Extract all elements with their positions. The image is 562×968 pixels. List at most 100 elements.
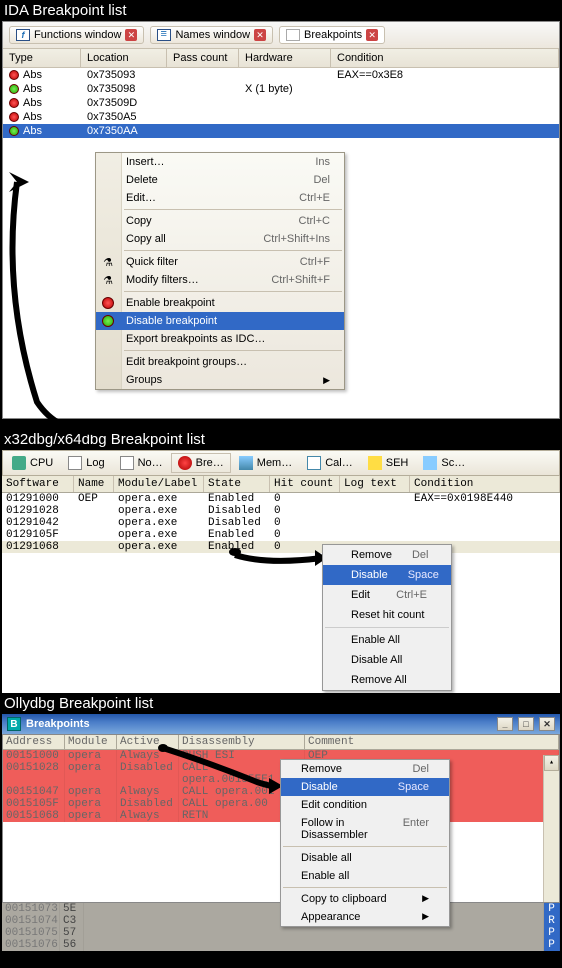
minimize-button[interactable]: _	[497, 717, 513, 731]
menu-disable-breakpoint[interactable]: Disable breakpoint	[96, 312, 344, 330]
col-condition[interactable]: Condition	[410, 476, 560, 492]
x64-toolbar: CPULog No… Bre…Mem…Cal… SEH Sc…	[2, 450, 560, 476]
menu-remove[interactable]: RemoveDel	[323, 545, 451, 565]
bp-cond	[331, 82, 559, 96]
bp-module: opera	[65, 786, 117, 798]
col-state[interactable]: State	[204, 476, 270, 492]
menu-remove[interactable]: RemoveDel	[281, 760, 449, 778]
toolbar-seh[interactable]: SEH	[361, 453, 416, 473]
bp-location: 0x7350A5	[81, 110, 167, 124]
chevron-right-icon: ▶	[422, 911, 429, 923]
breakpoint-row[interactable]: Abs0x7350A5	[3, 110, 559, 124]
col-type[interactable]: Type	[3, 49, 81, 67]
menu-follow-in-disassembler[interactable]: Follow in DisassemblerEnter	[281, 814, 449, 844]
menu-reset-hit-count[interactable]: Reset hit count	[323, 605, 451, 625]
toolbar-log[interactable]: Log	[61, 453, 111, 473]
close-icon[interactable]: ✕	[254, 29, 266, 41]
toolbar-label: SEH	[386, 457, 409, 469]
x64-context-menu: RemoveDelDisableSpaceEditCtrl+EReset hit…	[322, 544, 452, 691]
bp-active: Always	[117, 786, 179, 798]
bp-state: Disabled	[204, 517, 270, 529]
col-condition[interactable]: Condition	[331, 49, 559, 67]
menu-enable-all[interactable]: Enable all	[281, 867, 449, 885]
menu-copy[interactable]: CopyCtrl+C	[96, 212, 344, 230]
col-software[interactable]: Software	[2, 476, 74, 492]
menu-label: Disable	[301, 781, 378, 793]
toolbar-mem[interactable]: Mem…	[232, 453, 299, 473]
col-module[interactable]: Module/Label	[114, 476, 204, 492]
menu-edit-condition[interactable]: Edit condition	[281, 796, 449, 814]
menu-disable-all[interactable]: Disable all	[281, 849, 449, 867]
tab-functions-window[interactable]: fFunctions window✕	[9, 26, 144, 44]
toolbar-sc[interactable]: Sc…	[416, 453, 472, 473]
breakpoint-row[interactable]: 01291000OEPopera.exeEnabled0EAX==0x0198E…	[2, 493, 560, 505]
breakpoint-row[interactable]: Abs0x735098X (1 byte)	[3, 82, 559, 96]
menu-edit-[interactable]: Edit…Ctrl+E	[96, 189, 344, 207]
menu-enable-all[interactable]: Enable All	[323, 630, 451, 650]
col-logtext[interactable]: Log text	[340, 476, 410, 492]
menu-copy-all[interactable]: Copy allCtrl+Shift+Ins	[96, 230, 344, 248]
bp-pass	[167, 124, 239, 138]
close-button[interactable]: ✕	[539, 717, 555, 731]
menu-label: Quick filter	[126, 256, 280, 268]
menu-appearance[interactable]: Appearance▶	[281, 908, 449, 926]
breakpoint-row[interactable]: Abs0x7350AA	[3, 124, 559, 138]
tab-breakpoints[interactable]: Breakpoints✕	[279, 26, 385, 44]
menu-disable[interactable]: DisableSpace	[281, 778, 449, 796]
breakpoint-row[interactable]: 01291028opera.exeDisabled0	[2, 505, 560, 517]
col-name[interactable]: Name	[74, 476, 114, 492]
menu-edit-breakpoint-groups-[interactable]: Edit breakpoint groups…	[96, 353, 344, 371]
breakpoint-row[interactable]: Abs0x73509D	[3, 96, 559, 110]
bp-active: Always	[117, 750, 179, 762]
toolbar-bre[interactable]: Bre…	[171, 453, 231, 473]
menu-enable-breakpoint[interactable]: Enable breakpoint	[96, 294, 344, 312]
bp-hit: 0	[270, 505, 340, 517]
menu-disable-all[interactable]: Disable All	[323, 650, 451, 670]
breakpoint-row[interactable]: 01291042opera.exeDisabled0	[2, 517, 560, 529]
toolbar-cal[interactable]: Cal…	[300, 453, 360, 473]
col-passcount[interactable]: Pass count	[167, 49, 239, 67]
col-active[interactable]: Active	[117, 735, 179, 750]
col-disassembly[interactable]: Disassembly	[179, 735, 305, 750]
tab-names-window[interactable]: Names window✕	[150, 26, 273, 44]
menu-modify-filters-[interactable]: ⚗Modify filters…Ctrl+Shift+F	[96, 271, 344, 289]
bp-addr: 01291000	[2, 493, 74, 505]
toolbar-label: No…	[138, 457, 163, 469]
menu-edit[interactable]: EditCtrl+E	[323, 585, 451, 605]
toolbar-no[interactable]: No…	[113, 453, 170, 473]
menu-remove-all[interactable]: Remove All	[323, 670, 451, 690]
bp-name	[74, 529, 114, 541]
menu-export-breakpoints-as-idc-[interactable]: Export breakpoints as IDC…	[96, 330, 344, 348]
close-icon[interactable]: ✕	[366, 29, 378, 41]
scrollbar[interactable]: ▴	[543, 755, 559, 902]
col-hitcount[interactable]: Hit count	[270, 476, 340, 492]
bp-hw: X (1 byte)	[239, 82, 331, 96]
scroll-up-button[interactable]: ▴	[544, 755, 559, 771]
col-location[interactable]: Location	[81, 49, 167, 67]
menu-label: Enable breakpoint	[126, 297, 330, 309]
menu-label: Disable	[351, 569, 388, 581]
menu-label: Enable All	[351, 634, 427, 646]
breakpoint-row[interactable]: Abs0x735093EAX==0x3E8	[3, 68, 559, 82]
breakpoint-row[interactable]: 0129105Fopera.exeEnabled0	[2, 529, 560, 541]
menu-quick-filter[interactable]: ⚗Quick filterCtrl+F	[96, 253, 344, 271]
bp-module: opera	[65, 798, 117, 810]
bp-location: 0x7350AA	[81, 124, 167, 138]
olly-panel: B Breakpoints _ □ ✕ Address Module Activ…	[2, 714, 560, 951]
bp-state: Disabled	[204, 505, 270, 517]
menu-disable[interactable]: DisableSpace	[323, 565, 451, 585]
menu-groups[interactable]: Groups▶	[96, 371, 344, 389]
col-hardware[interactable]: Hardware	[239, 49, 331, 67]
breakpoint-row[interactable]: 01291068opera.exeEnabled0	[2, 541, 560, 553]
col-address[interactable]: Address	[3, 735, 65, 750]
menu-delete[interactable]: DeleteDel	[96, 171, 344, 189]
maximize-button[interactable]: □	[518, 717, 534, 731]
col-module[interactable]: Module	[65, 735, 117, 750]
bp-cond	[410, 505, 560, 517]
olly-titlebar[interactable]: B Breakpoints _ □ ✕	[2, 714, 560, 734]
toolbar-cpu[interactable]: CPU	[5, 453, 60, 473]
menu-insert-[interactable]: Insert…Ins	[96, 153, 344, 171]
menu-copy-to-clipboard[interactable]: Copy to clipboard▶	[281, 890, 449, 908]
close-icon[interactable]: ✕	[125, 29, 137, 41]
col-comment[interactable]: Comment	[305, 735, 559, 750]
